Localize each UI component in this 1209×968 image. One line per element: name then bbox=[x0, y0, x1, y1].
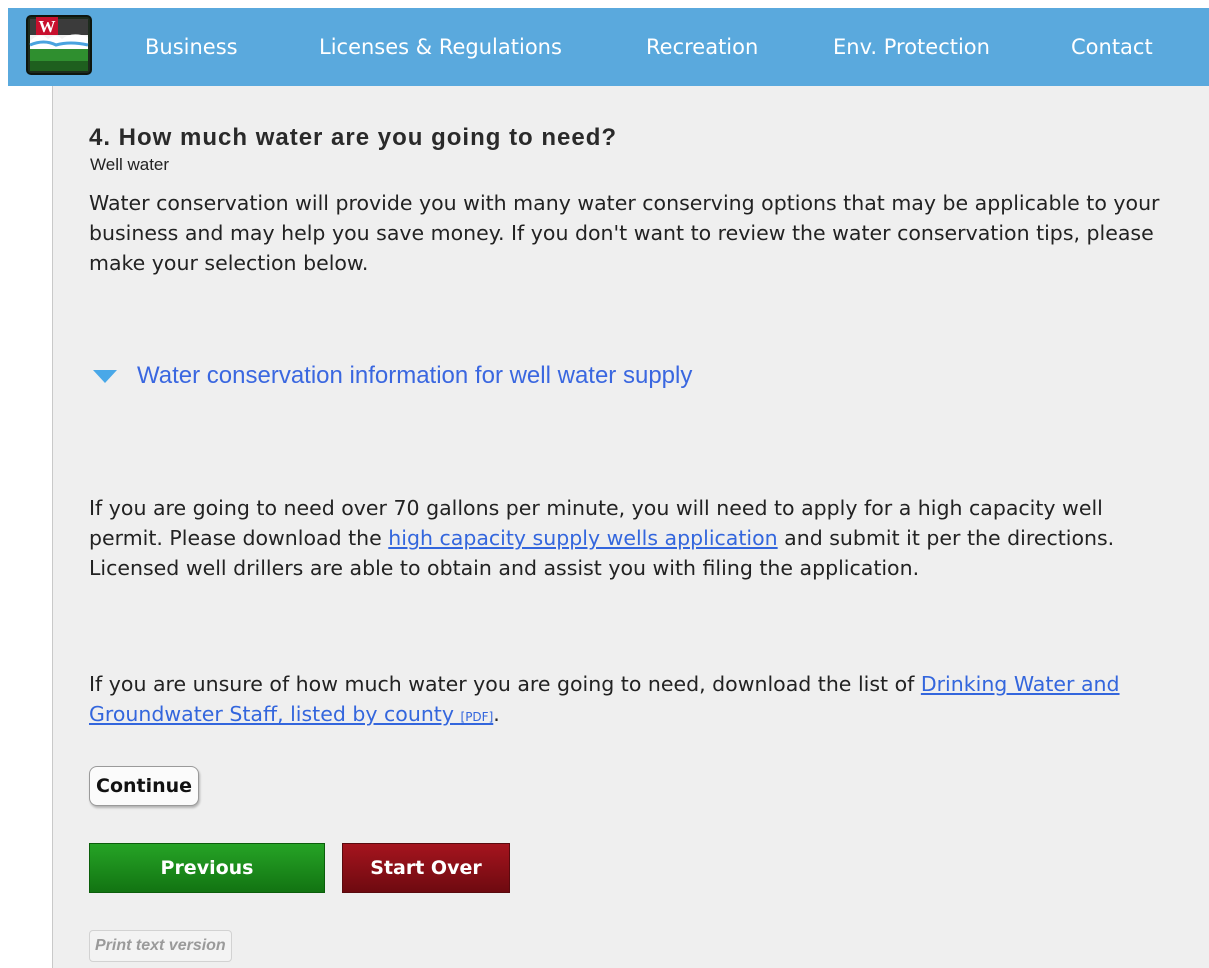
triangle-down-icon bbox=[93, 369, 117, 383]
para-text: . bbox=[493, 702, 500, 726]
nav-licenses-regulations[interactable]: Licenses & Regulations bbox=[319, 8, 562, 86]
high-capacity-application-link[interactable]: high capacity supply wells application bbox=[388, 526, 777, 550]
nav-recreation[interactable]: Recreation bbox=[646, 8, 758, 86]
nav-business[interactable]: Business bbox=[145, 8, 238, 86]
pdf-badge: [PDF] bbox=[460, 710, 494, 724]
dnr-water-logo-icon[interactable]: W bbox=[26, 15, 92, 75]
main-content: 4. How much water are you going to need?… bbox=[52, 86, 1209, 968]
print-text-version-button[interactable]: Print text version bbox=[89, 930, 232, 962]
nav-contact[interactable]: Contact bbox=[1071, 8, 1153, 86]
disclosure-label: Water conservation information for well … bbox=[137, 362, 693, 389]
para-text: If you are unsure of how much water you … bbox=[89, 672, 921, 696]
top-navigation-bar: W Business Licenses & Regulations Recrea… bbox=[8, 8, 1209, 86]
intro-paragraph: Water conservation will provide you with… bbox=[89, 191, 1160, 275]
page-title: 4. How much water are you going to need? bbox=[89, 124, 618, 151]
start-over-button[interactable]: Start Over bbox=[342, 843, 510, 893]
previous-button[interactable]: Previous bbox=[89, 843, 325, 893]
high-capacity-paragraph: If you are going to need over 70 gallons… bbox=[89, 493, 1169, 583]
water-conservation-disclosure[interactable]: Water conservation information for well … bbox=[93, 362, 692, 390]
nav-env-protection[interactable]: Env. Protection bbox=[833, 8, 990, 86]
continue-button[interactable]: Continue bbox=[89, 766, 200, 806]
logo-letter: W bbox=[39, 17, 56, 36]
page-subtitle: Well water bbox=[90, 155, 170, 174]
staff-list-paragraph: If you are unsure of how much water you … bbox=[89, 669, 1169, 732]
